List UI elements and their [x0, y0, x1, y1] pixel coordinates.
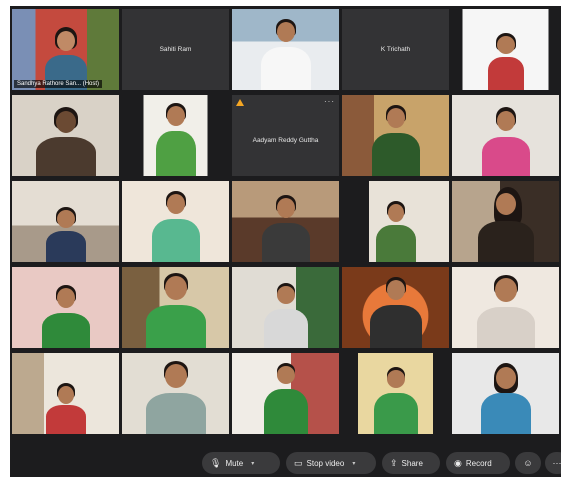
video-tile-participant[interactable] — [12, 95, 119, 176]
record-button[interactable]: ◉ Record — [446, 452, 510, 474]
video-camera-icon: ▭ — [294, 457, 303, 468]
mute-label: Mute — [225, 458, 244, 468]
more-button[interactable]: ··· — [545, 452, 561, 474]
video-tile-participant[interactable] — [12, 267, 119, 348]
video-tile-participant[interactable] — [452, 267, 559, 348]
video-tile-participant[interactable] — [342, 181, 449, 262]
video-tile-participant[interactable] — [342, 267, 449, 348]
video-tile-participant[interactable] — [452, 353, 559, 434]
stop-video-label: Stop video — [306, 458, 345, 468]
chevron-down-icon[interactable]: ▾ — [352, 460, 355, 467]
video-tile-participant[interactable] — [452, 95, 559, 176]
video-tile-sahiti-ram[interactable]: Sahiti Ram — [122, 9, 229, 90]
reactions-button[interactable]: ☺ — [515, 452, 541, 474]
video-tile-k-trichath[interactable]: K Trichath — [342, 9, 449, 90]
video-tile-participant[interactable] — [232, 267, 339, 348]
share-button[interactable]: ⇪ Share — [382, 452, 440, 474]
share-label: Share — [401, 458, 423, 468]
mute-button[interactable]: 🎙 Mute ▾ — [202, 452, 280, 474]
video-tile-participant[interactable] — [342, 95, 449, 176]
share-icon: ⇪ — [390, 457, 398, 468]
meeting-window: Sandhya Rathore San... (Host) Sahiti Ram… — [10, 6, 561, 477]
video-tile-participant[interactable] — [342, 353, 449, 434]
smiley-icon: ☺ — [523, 458, 533, 468]
participant-name-label: K Trichath — [380, 46, 411, 53]
host-name-label: Sandhya Rathore San... (Host) — [14, 80, 103, 88]
warning-icon — [236, 99, 244, 106]
more-options-icon[interactable]: ··· — [324, 97, 335, 106]
participant-name-label: Aadyam Reddy Guttha — [252, 137, 319, 144]
video-tile-participant[interactable] — [232, 353, 339, 434]
video-tile-participant[interactable] — [12, 353, 119, 434]
chevron-down-icon[interactable]: ▾ — [251, 460, 254, 467]
more-icon: ··· — [552, 458, 561, 468]
video-tile-aadyam-reddy[interactable]: ··· Aadyam Reddy Guttha — [232, 95, 339, 176]
video-tile-participant[interactable] — [12, 181, 119, 262]
record-label: Record — [465, 458, 492, 468]
video-tile-participant[interactable] — [452, 181, 559, 262]
record-icon: ◉ — [454, 457, 462, 468]
video-grid: Sandhya Rathore San... (Host) Sahiti Ram… — [12, 9, 559, 434]
microphone-icon: 🎙 — [210, 457, 222, 468]
participant-name-label: Sahiti Ram — [159, 46, 192, 53]
stop-video-button[interactable]: ▭ Stop video ▾ — [286, 452, 376, 474]
video-tile-participant[interactable] — [122, 181, 229, 262]
video-tile-participant[interactable] — [232, 9, 339, 90]
video-tile-participant[interactable] — [122, 267, 229, 348]
video-tile-participant[interactable] — [122, 353, 229, 434]
meeting-toolbar: 🎙 Mute ▾ ▭ Stop video ▾ ⇪ Share ◉ Record… — [10, 439, 561, 477]
video-tile-participant[interactable] — [452, 9, 559, 90]
video-tile-participant[interactable] — [122, 95, 229, 176]
video-tile-host[interactable]: Sandhya Rathore San... (Host) — [12, 9, 119, 90]
video-tile-participant[interactable] — [232, 181, 339, 262]
